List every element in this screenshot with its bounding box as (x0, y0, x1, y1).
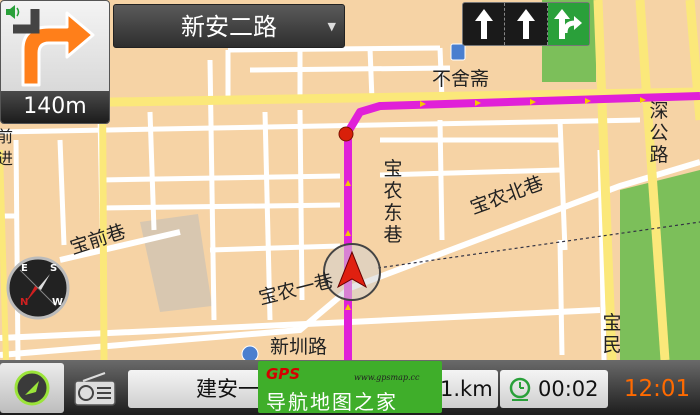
road-label-bao-nong-dong-xiang: 宝农东巷 (383, 158, 403, 246)
destination-pin[interactable] (338, 126, 354, 142)
turn-instruction-panel[interactable]: 140m (0, 0, 110, 124)
straight-arrow-icon (516, 9, 535, 39)
poi-label: 不舍斋 (432, 68, 490, 90)
next-road-name: 建安一 (196, 377, 259, 401)
compass-icon (6, 256, 70, 320)
chevron-down-icon: ▼ (327, 20, 336, 33)
radio-button[interactable] (68, 363, 122, 413)
menu-button[interactable] (0, 363, 64, 413)
elapsed-time: 00:02 (538, 377, 599, 401)
current-road-box[interactable]: 新安二路 ▼ (113, 4, 345, 48)
road-label-xin-chou-lu: 新圳路 (270, 336, 328, 358)
timer-icon (509, 377, 531, 401)
watermark-slogan: 导航地图之家 (266, 390, 398, 414)
poi-marker[interactable] (450, 43, 466, 61)
navigation-menu-icon (14, 370, 50, 406)
turn-distance: 140m (1, 91, 109, 123)
lane-1 (463, 3, 506, 45)
road-label-shen-gong-lu: 深公路 (649, 100, 669, 166)
current-road-name: 新安二路 (181, 13, 277, 41)
compass-e: E (21, 263, 28, 274)
remaining-distance: 1.km (440, 377, 493, 401)
turn-right-icon (13, 9, 95, 87)
compass-s: S (50, 263, 58, 274)
clock: 12:01 (623, 376, 691, 402)
compass-w: W (52, 297, 64, 308)
elapsed-time-box[interactable]: 00:02 (500, 370, 608, 408)
straight-arrow-icon (474, 9, 493, 39)
straight-or-right-arrow-icon (554, 9, 583, 39)
navigation-screen: 不舍斋 深公路 宝农东巷 宝农北巷 宝前巷 宝农一巷 新圳路 宝民 前进 140… (0, 0, 700, 415)
lane-3 (547, 3, 589, 45)
compass-n: N (20, 297, 29, 308)
watermark: GPS www.gpsmap.cc 导航地图之家 (258, 361, 442, 414)
road-label-left-edge: 前进 (0, 127, 13, 168)
watermark-site: www.gpsmap.cc (354, 373, 420, 382)
lane-2 (505, 3, 548, 45)
lane-guidance (462, 2, 590, 46)
compass[interactable]: E S W N (6, 256, 70, 320)
watermark-brand: GPS (266, 365, 301, 383)
road-label-bao-min: 宝民 (602, 312, 622, 356)
radio-icon (74, 372, 116, 406)
